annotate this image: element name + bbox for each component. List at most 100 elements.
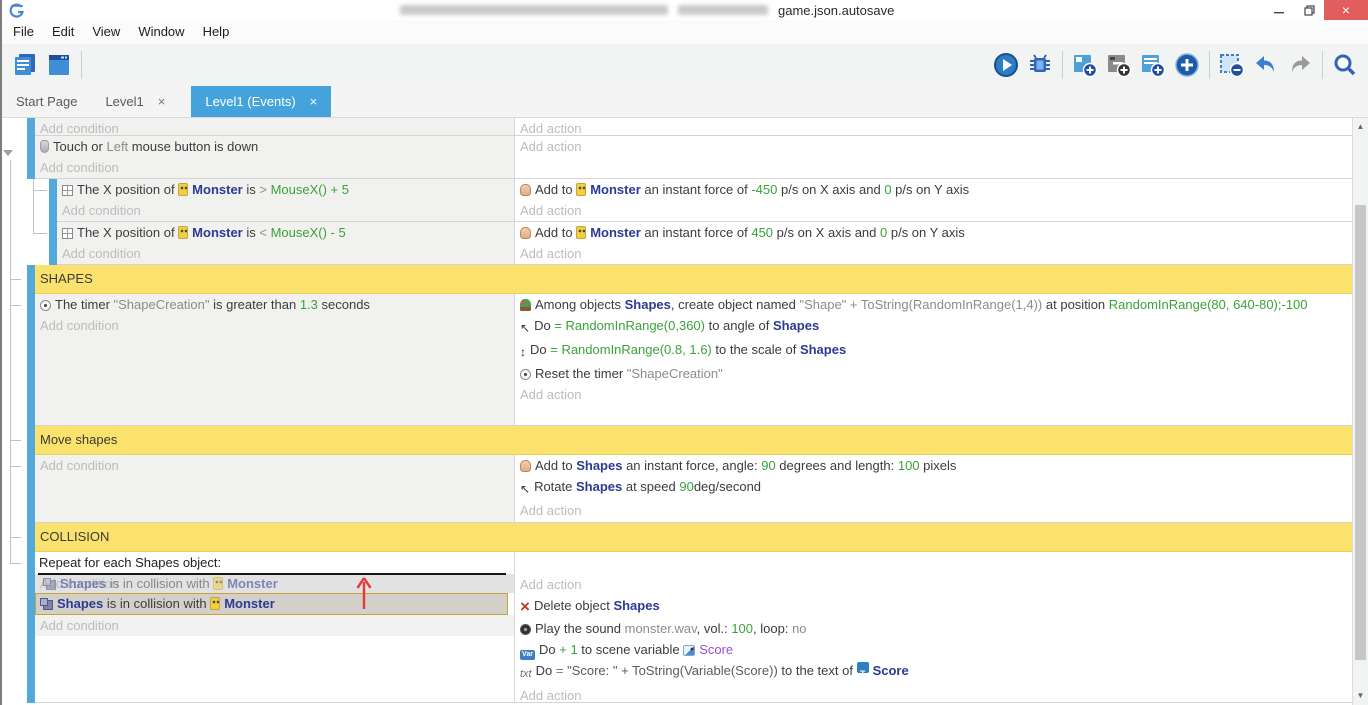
add-action-label: Add action (520, 121, 581, 136)
action-row[interactable]: Reset the timer "ShapeCreation" (515, 363, 1352, 384)
project-manager-button[interactable] (8, 48, 42, 82)
scroll-down-icon[interactable]: ▼ (1353, 689, 1368, 703)
add-condition-button[interactable]: Add condition (57, 200, 514, 221)
add-comment-button[interactable] (1136, 48, 1170, 82)
mouse-icon (40, 140, 49, 153)
undo-icon (1252, 51, 1280, 79)
action-row[interactable]: Delete object Shapes (515, 595, 1352, 618)
monster-icon (178, 183, 188, 196)
close-button[interactable]: × (1324, 0, 1368, 20)
add-event-icon (1070, 51, 1100, 79)
action-row[interactable]: Do = RandomInRange(0.8, 1.6) to the scal… (515, 339, 1352, 363)
monster-icon (178, 226, 188, 239)
minimize-button[interactable] (1264, 0, 1294, 20)
blurred-title-text (400, 5, 668, 15)
add-action-label: Add action (520, 139, 581, 154)
delete-event-icon (1217, 51, 1247, 79)
menu-help[interactable]: Help (194, 20, 239, 44)
condition-row[interactable]: The X position of Monster is > MouseX() … (57, 179, 514, 200)
event-group: SHAPES (2, 265, 1352, 294)
tab-bar: Start Page Level1 × Level1 (Events)× (2, 86, 1368, 118)
tab-start-page[interactable]: Start Page (2, 86, 91, 117)
action-row[interactable]: Do + 1 to scene variable Score (515, 639, 1352, 660)
action-row[interactable]: Add to Shapes an instant force, angle: 9… (515, 455, 1352, 476)
redo-button[interactable] (1283, 48, 1317, 82)
sub-event-block: The X position of Monster is > MouseX() … (2, 179, 1352, 222)
menu-file[interactable]: File (4, 20, 43, 44)
tab-close-icon[interactable]: × (158, 94, 166, 109)
debug-button[interactable] (1023, 48, 1057, 82)
add-action-button[interactable]: Add action (515, 500, 1352, 521)
event-marker-bar (49, 179, 57, 222)
add-event-button[interactable] (1068, 48, 1102, 82)
add-action-button[interactable]: Add action (515, 243, 1352, 264)
add-action-button[interactable]: Add action (515, 118, 1352, 136)
add-action-button[interactable]: Add action (515, 384, 1352, 405)
menu-window[interactable]: Window (129, 20, 193, 44)
condition-row[interactable]: Touch or Left mouse button is down (35, 136, 514, 157)
scene-editor-button[interactable] (42, 48, 76, 82)
undo-button[interactable] (1249, 48, 1283, 82)
add-condition-label: Add condition (62, 203, 141, 218)
add-other-button[interactable] (1170, 48, 1204, 82)
add-condition-button[interactable]: Add condition (35, 118, 514, 136)
add-condition-button[interactable]: Add condition (35, 455, 514, 476)
delete-event-button[interactable] (1215, 48, 1249, 82)
tab-label: Level1 (105, 94, 143, 109)
close-icon: × (1342, 0, 1350, 20)
event-group-banner[interactable]: Move shapes (35, 426, 1352, 455)
event-group: Move shapes (2, 426, 1352, 455)
event-group-banner[interactable]: SHAPES (35, 265, 1352, 294)
event-block: Touch or Left mouse button is down Add c… (2, 136, 1352, 179)
action-row[interactable]: Add to Monster an instant force of -450 … (515, 179, 1352, 200)
event-marker-bar (27, 118, 35, 136)
maximize-button[interactable] (1294, 0, 1324, 20)
action-row[interactable]: Among objects Shapes, create object name… (515, 294, 1352, 315)
event-marker-bar (27, 455, 35, 523)
window-title: game.json.autosave (778, 3, 894, 18)
event-block: Add condition Add action (2, 118, 1352, 136)
add-condition-button[interactable]: Add condition (35, 157, 514, 178)
add-condition-button[interactable]: Add condition (57, 243, 514, 264)
position-icon (62, 185, 73, 196)
condition-row[interactable]: The X position of Monster is < MouseX() … (57, 222, 514, 243)
tab-close-icon[interactable]: × (310, 94, 318, 109)
event-marker-bar (27, 136, 35, 179)
add-condition-button[interactable]: Add condition (35, 315, 514, 336)
search-button[interactable] (1328, 48, 1362, 82)
preview-play-icon (992, 51, 1020, 79)
selected-condition-row[interactable]: Shapes is in collision with Monster (35, 593, 508, 615)
action-row[interactable]: Add to Monster an instant force of 450 p… (515, 222, 1352, 243)
title-bar: game.json.autosave × (2, 0, 1368, 20)
scroll-up-icon[interactable]: ▲ (1353, 120, 1368, 134)
add-action-button[interactable]: Add action (515, 574, 1352, 595)
gdevelop-logo-icon (8, 2, 26, 18)
redo-icon (1286, 51, 1314, 79)
tab-level1-events[interactable]: Level1 (Events)× (191, 86, 331, 117)
toolbar (2, 44, 1368, 86)
condition-row[interactable]: The timer "ShapeCreation" is greater tha… (35, 294, 514, 315)
preview-play-button[interactable] (989, 48, 1023, 82)
add-action-button[interactable]: Add action (515, 685, 1352, 703)
dragged-condition-preview: Shapes is in collision with Monster (43, 574, 278, 593)
blurred-title-text (678, 5, 768, 15)
vertical-scrollbar[interactable]: ▲ ▼ (1352, 118, 1368, 705)
menu-edit[interactable]: Edit (43, 20, 83, 44)
add-action-button[interactable]: Add action (515, 200, 1352, 221)
tab-level1[interactable]: Level1 × (91, 86, 179, 117)
event-group: COLLISION (2, 523, 1352, 552)
add-action-button[interactable]: Add action (515, 136, 1352, 157)
scrollbar-thumb[interactable] (1355, 205, 1366, 660)
menu-view[interactable]: View (83, 20, 129, 44)
repeat-header[interactable]: Repeat for each Shapes object: (35, 552, 514, 574)
action-row[interactable]: Rotate Shapes at speed 90deg/second (515, 476, 1352, 500)
action-row[interactable]: Do = RandomInRange(0,360) to angle of Sh… (515, 315, 1352, 339)
add-condition-button[interactable]: Add condition (35, 615, 514, 636)
add-sub-event-button[interactable] (1102, 48, 1136, 82)
event-group-banner[interactable]: COLLISION (35, 523, 1352, 552)
action-row[interactable]: Do = "Score: " + ToString(Variable(Score… (515, 660, 1352, 685)
event-block: Add condition Add to Shapes an instant f… (2, 455, 1352, 523)
event-marker-bar (27, 552, 35, 703)
sound-icon (520, 624, 531, 635)
action-row[interactable]: Play the sound monster.wav, vol.: 100, l… (515, 618, 1352, 639)
